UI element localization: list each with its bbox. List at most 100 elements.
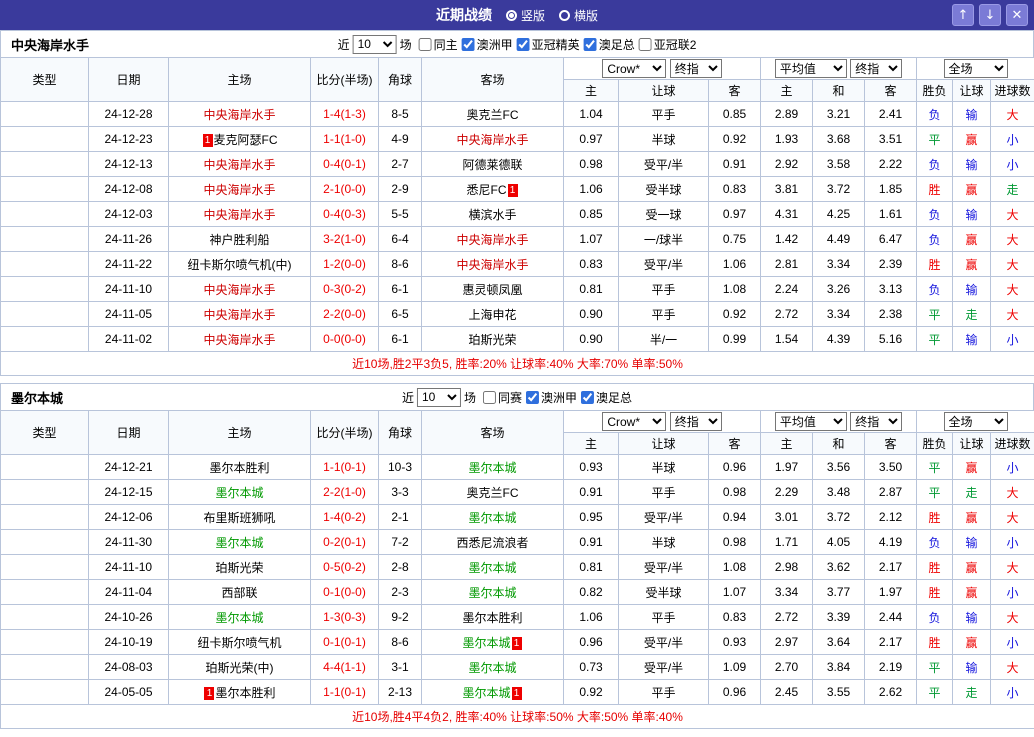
league-filter-checkbox[interactable] <box>418 37 432 51</box>
league-cell: 澳足总 <box>0 654 89 680</box>
match-count-select[interactable]: 10 <box>416 387 461 407</box>
odds-away-cell: 0.75 <box>707 226 762 252</box>
match-row: 亚冠精英 24-11-26 神户胜利船 3-2(1-0) 6-4 中央海岸水手 1.07 一/… <box>0 226 1034 252</box>
vertical-layout-radio[interactable]: 竖版 <box>505 7 545 24</box>
odds-final-select[interactable]: 终指 <box>669 412 722 431</box>
odds-company-select[interactable]: Crow* <box>602 412 667 431</box>
score-cell: 2-1(0-0) <box>310 176 379 202</box>
league-cell: 亚冠精英 <box>0 201 89 227</box>
avg-draw-cell: 3.68 <box>812 126 866 152</box>
result-cell: 胜 <box>916 554 954 580</box>
home-team-cell: 1 墨尔本胜利 <box>168 679 311 705</box>
league-filter-option[interactable]: 同主 <box>418 36 458 53</box>
league-filter-option[interactable]: 亚冠精英 <box>516 36 580 53</box>
date-cell: 24-12-13 <box>88 151 169 177</box>
odds-final-select[interactable]: 终指 <box>669 59 722 78</box>
arrow-down-icon: ↓ <box>984 7 996 23</box>
scope-select[interactable]: 全场 <box>943 59 1008 78</box>
europe-odds-header: 平均值 终指 <box>760 410 918 433</box>
radio-unselected-icon <box>559 9 570 21</box>
league-filter-option[interactable]: 澳足总 <box>583 36 635 53</box>
result-cell: 平 <box>916 126 954 152</box>
result-cell: 负 <box>916 529 954 555</box>
corner-cell: 2-8 <box>378 554 422 580</box>
odds-away-cell: 1.08 <box>707 554 762 580</box>
move-up-button[interactable]: ↑ <box>952 4 974 26</box>
average-final-select[interactable]: 终指 <box>850 59 903 78</box>
average-odds-select[interactable]: 平均值 <box>774 412 847 431</box>
corner-cell: 6-1 <box>378 326 422 352</box>
goals-result-cell: 大 <box>990 276 1034 302</box>
away-team-cell: 奥克兰FC <box>421 101 564 127</box>
odds-company-select[interactable]: Crow* <box>602 59 667 78</box>
close-button[interactable]: ✕ <box>1006 4 1028 26</box>
near-label: 近 <box>337 37 350 52</box>
league-filter-checkbox[interactable] <box>516 37 530 51</box>
red-card-badge: 1 <box>507 183 518 197</box>
goals-result-cell: 大 <box>990 504 1034 530</box>
odds-away-cell: 0.99 <box>707 326 762 352</box>
filter-bar: 近 10 场 同主 澳洲甲 亚冠精英 澳足总 亚冠联2 <box>337 34 696 54</box>
avg-draw-cell: 3.39 <box>812 604 866 630</box>
league-filter-checkbox[interactable] <box>526 390 540 404</box>
col-odds-home: 主 <box>563 432 619 455</box>
match-count-select[interactable]: 10 <box>352 34 397 54</box>
league-filter-option[interactable]: 亚冠联2 <box>638 36 696 53</box>
corner-cell: 2-13 <box>378 679 422 705</box>
titlebar-center: 近期战绩 竖版 横版 <box>0 0 1034 30</box>
scope-select[interactable]: 全场 <box>943 412 1008 431</box>
horizontal-layout-radio[interactable]: 横版 <box>559 7 598 24</box>
away-team-cell: 阿德莱德联 <box>421 151 564 177</box>
move-down-button[interactable]: ↓ <box>979 4 1001 26</box>
goals-result-cell: 走 <box>990 176 1034 202</box>
league-filter-checkbox[interactable] <box>638 37 652 51</box>
team-name-text: 珀斯光荣 <box>468 332 517 347</box>
away-team-cell: 中央海岸水手 <box>421 251 564 277</box>
odds-away-cell: 0.94 <box>707 504 762 530</box>
handicap-result-cell: 赢 <box>952 554 992 580</box>
avg-home-cell: 2.72 <box>760 604 814 630</box>
col-avg-away: 客 <box>864 432 918 455</box>
odds-handicap-cell: 受平/半 <box>618 629 709 655</box>
league-filter-option[interactable]: 澳洲甲 <box>526 389 577 406</box>
avg-draw-cell: 3.21 <box>812 101 866 127</box>
away-team-cell: 墨尔本城 <box>421 654 564 680</box>
col-odds-away: 客 <box>707 79 762 102</box>
avg-draw-cell: 3.34 <box>812 301 866 327</box>
corner-cell: 4-9 <box>378 126 422 152</box>
date-cell: 24-10-19 <box>88 629 169 655</box>
panel-title: 近期战绩 <box>435 7 492 23</box>
league-filter-checkbox[interactable] <box>461 37 475 51</box>
team-name-text: 墨尔本城 <box>215 535 264 550</box>
league-filter-checkbox[interactable] <box>581 390 595 404</box>
odds-handicap-cell: 平手 <box>618 479 709 505</box>
section-header: 中央海岸水手 近 10 场 同主 澳洲甲 亚冠精英 澳足总 亚冠联2 <box>0 30 1034 57</box>
result-cell: 平 <box>916 679 954 705</box>
col-corner: 角球 <box>378 57 422 102</box>
handicap-result-cell: 输 <box>952 101 992 127</box>
result-cell: 胜 <box>916 176 954 202</box>
summary-row: 近10场,胜2平3负5, 胜率:20% 让球率:40% 大率:70% 单率:50… <box>0 351 1034 376</box>
odds-away-cell: 0.96 <box>707 679 762 705</box>
league-cell: 澳洲甲 <box>0 554 89 580</box>
result-cell: 胜 <box>916 629 954 655</box>
corner-cell: 2-3 <box>378 579 422 605</box>
league-filter-checkbox[interactable] <box>482 390 496 404</box>
average-odds-select[interactable]: 平均值 <box>774 59 847 78</box>
away-team-cell: 墨尔本城 <box>421 579 564 605</box>
league-filter-option[interactable]: 澳足总 <box>581 389 632 406</box>
league-filter-option[interactable]: 澳洲甲 <box>461 36 513 53</box>
result-cell: 负 <box>916 604 954 630</box>
goals-result-cell: 小 <box>990 629 1034 655</box>
league-filter-option[interactable]: 同赛 <box>482 389 522 406</box>
col-date: 日期 <box>88 410 169 455</box>
match-row: 澳足总 24-08-03 珀斯光荣(中) 4-4(1-1) 3-1 墨尔本城 0.73 受平/… <box>0 654 1034 680</box>
goals-result-cell: 大 <box>990 654 1034 680</box>
team-name-text: 中央海岸水手 <box>203 207 276 222</box>
radio-selected-icon <box>505 9 517 21</box>
league-cell: 澳洲甲 <box>0 529 89 555</box>
league-filter-checkbox[interactable] <box>583 37 597 51</box>
average-final-select[interactable]: 终指 <box>850 412 903 431</box>
avg-away-cell: 2.41 <box>864 101 918 127</box>
avg-away-cell: 5.16 <box>864 326 918 352</box>
